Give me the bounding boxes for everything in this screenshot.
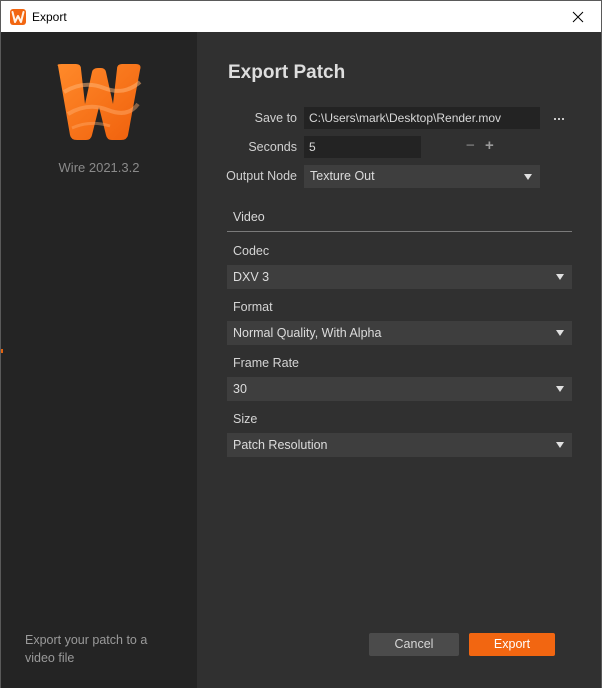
wire-logo (57, 64, 142, 140)
codec-label: Codec (233, 244, 270, 258)
sidebar: Wire 2021.3.2 Export your patch to a vid… (1, 32, 197, 688)
section-divider (227, 231, 572, 232)
window-title: Export (32, 10, 67, 24)
title-bar: Export (1, 1, 601, 32)
save-to-field[interactable]: C:\Users\mark\Desktop\Render.mov (304, 107, 540, 129)
export-button[interactable]: Export (469, 633, 555, 656)
more-dots-icon (554, 118, 556, 120)
chevron-down-icon (556, 274, 564, 280)
chevron-down-icon (524, 174, 532, 180)
size-value: Patch Resolution (233, 438, 328, 452)
video-section-title: Video (233, 210, 265, 224)
size-select[interactable]: Patch Resolution (227, 433, 572, 457)
frame-rate-value: 30 (233, 382, 247, 396)
codec-value: DXV 3 (233, 270, 270, 284)
format-select[interactable]: Normal Quality, With Alpha (227, 321, 572, 345)
codec-select[interactable]: DXV 3 (227, 265, 572, 289)
sidebar-description: Export your patch to a video file (25, 633, 148, 665)
format-value: Normal Quality, With Alpha (233, 326, 382, 340)
format-label: Format (233, 300, 273, 314)
browse-button[interactable] (551, 112, 567, 126)
chevron-down-icon (556, 330, 564, 336)
output-node-select[interactable]: Texture Out (304, 165, 540, 188)
output-node-value: Texture Out (310, 169, 375, 183)
chevron-down-icon (556, 386, 564, 392)
page-title: Export Patch (228, 62, 346, 83)
wire-app-icon (10, 9, 26, 25)
output-node-label: Output Node (226, 169, 297, 183)
frame-rate-select[interactable]: 30 (227, 377, 572, 401)
side-accent-mark (1, 349, 3, 353)
chevron-down-icon (556, 442, 564, 448)
seconds-label: Seconds (248, 140, 297, 154)
frame-rate-label: Frame Rate (233, 356, 299, 370)
close-button[interactable] (555, 1, 601, 32)
close-icon (572, 11, 584, 22)
save-to-label: Save to (254, 111, 297, 125)
cancel-button[interactable]: Cancel (369, 633, 459, 656)
decrement-button[interactable]: − (466, 137, 475, 154)
version-label: Wire 2021.3.2 (58, 160, 140, 175)
seconds-input[interactable]: 5 (304, 136, 421, 158)
increment-button[interactable]: + (485, 137, 494, 154)
size-label: Size (233, 412, 258, 426)
main-panel: Export Patch Save to C:\Users\mark\Deskt… (197, 32, 601, 688)
export-dialog: Export Wire 2021.3.2 Export your patch t… (0, 0, 602, 688)
